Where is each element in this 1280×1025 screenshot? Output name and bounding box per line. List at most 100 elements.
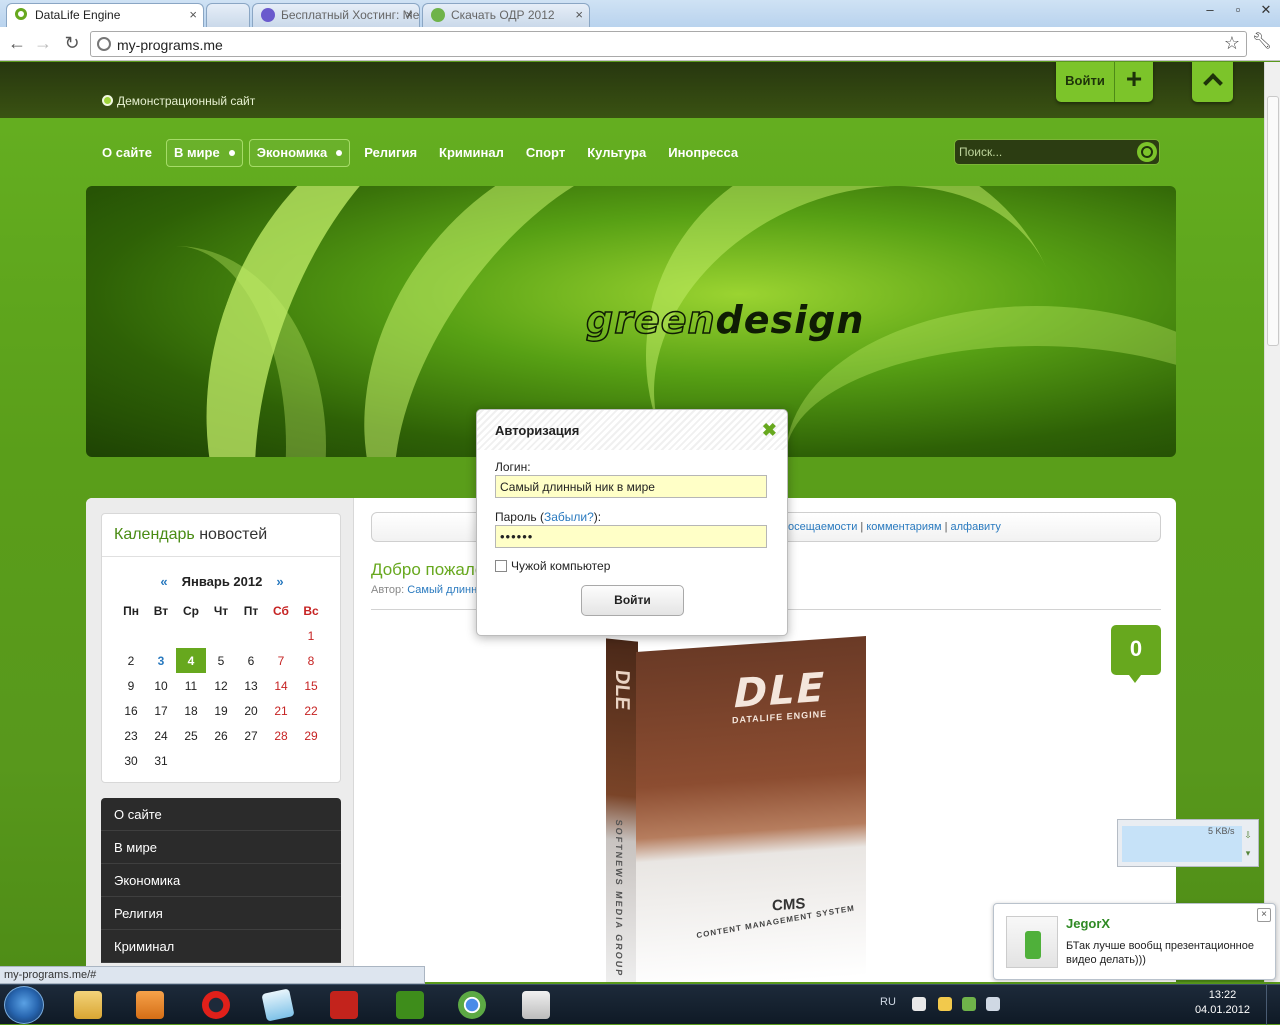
weekday-header: Сб	[273, 603, 289, 618]
forgot-password-link[interactable]: Забыли?	[544, 510, 594, 524]
login-submit-button[interactable]: Войти	[581, 585, 684, 616]
calendar-prev-link[interactable]: «	[160, 574, 167, 589]
weekday-header: Вт	[153, 603, 169, 618]
calendar-empty-cell	[266, 748, 296, 773]
author-prefix: Автор:	[371, 584, 405, 596]
calendar-day: 27	[244, 728, 258, 743]
calendar-day: 30	[124, 753, 138, 768]
author-link[interactable]: Самый длинн	[407, 584, 477, 596]
icq-icon[interactable]	[512, 988, 560, 1022]
nav-item-inopressa[interactable]: Инопресса	[660, 139, 746, 167]
new-tab-button[interactable]	[206, 3, 250, 27]
login-panel-button[interactable]: Войти +	[1056, 62, 1153, 102]
start-button[interactable]	[4, 986, 44, 1024]
notes-icon[interactable]	[254, 988, 302, 1022]
nav-item-sport[interactable]: Спорт	[518, 139, 573, 167]
register-plus-icon[interactable]: +	[1115, 63, 1153, 95]
calendar-day: 14	[274, 678, 288, 693]
tab-title: Бесплатный Хостинг: Меняр...	[281, 8, 420, 22]
nav-item-economy[interactable]: Экономика	[248, 139, 351, 167]
clock-date: 04.01.2012	[1194, 1004, 1250, 1016]
site-tagline: Демонстрационный сайт	[102, 94, 255, 108]
nav-item-world[interactable]: В мире	[165, 139, 243, 167]
remember-checkbox-row[interactable]: Чужой компьютер	[495, 559, 610, 573]
nav-item-crime[interactable]: Криминал	[431, 139, 512, 167]
password-input[interactable]: ••••••	[495, 525, 767, 548]
wrench-menu-icon[interactable]: 🔧︎	[1252, 31, 1272, 51]
tab-close-icon[interactable]: ×	[189, 7, 197, 22]
opera-icon[interactable]	[192, 988, 240, 1022]
show-desktop-button[interactable]	[1266, 985, 1280, 1025]
box-side-title: DLE	[611, 668, 633, 712]
tab-close-icon[interactable]: ×	[575, 7, 583, 22]
volume-icon[interactable]	[986, 997, 1000, 1011]
search-submit-icon[interactable]	[1137, 142, 1157, 162]
explorer-icon[interactable]	[64, 988, 112, 1022]
tab-title: Скачать ОДР 2012	[451, 8, 555, 22]
page-scrollbar[interactable]	[1264, 62, 1280, 982]
calendar-day: 23	[124, 728, 138, 743]
weekday-header: Вс	[303, 603, 319, 618]
calendar-empty-cell	[296, 748, 326, 773]
browser-toolbar: ← → ↻ my-programs.me ☆ 🔧︎	[0, 27, 1280, 61]
nav-item-religion[interactable]: Религия	[356, 139, 425, 167]
login-input[interactable]	[495, 475, 767, 498]
tab-close-icon[interactable]: ×	[405, 7, 413, 22]
tray-network-icon[interactable]	[938, 997, 952, 1011]
forward-icon[interactable]: →	[32, 32, 54, 54]
browser-tab[interactable]: Бесплатный Хостинг: Меняр... ×	[252, 3, 420, 27]
post-meta: Автор: Самый длинн	[371, 584, 477, 596]
clock[interactable]: 13:22 04.01.2012	[1195, 988, 1250, 1018]
sort-by-comments-link[interactable]: комментариям	[866, 521, 941, 533]
scrollbar-thumb[interactable]	[1267, 96, 1279, 346]
calendar-empty-cell	[236, 748, 266, 773]
language-indicator[interactable]: RU	[880, 996, 896, 1008]
calendar-day: 19	[214, 703, 228, 718]
address-bar[interactable]: my-programs.me ☆	[90, 31, 1247, 57]
browser-tab[interactable]: Скачать ОДР 2012 ×	[422, 3, 590, 27]
post-title[interactable]: Добро пожало	[371, 560, 484, 580]
tray-icq-icon[interactable]	[962, 997, 976, 1011]
sort-by-visits-link[interactable]: посещаемости	[782, 521, 857, 533]
back-icon[interactable]: ←	[6, 32, 28, 54]
browser-tab-active[interactable]: DataLife Engine ×	[6, 3, 204, 27]
editor-icon[interactable]	[386, 988, 434, 1022]
avatar	[1006, 916, 1058, 968]
sidebar-item-economy[interactable]: Экономика	[101, 864, 341, 897]
calendar-next-link[interactable]: »	[276, 574, 283, 589]
tray-app-icon[interactable]	[912, 997, 926, 1011]
calendar-empty-cell	[176, 623, 206, 648]
box-side-publisher: SOFTNEWS MEDIA GROUP	[614, 819, 624, 978]
close-icon[interactable]: ✖	[762, 420, 777, 441]
calendar-day[interactable]: 3	[146, 648, 176, 673]
comments-count-badge[interactable]: 0	[1111, 625, 1161, 683]
nav-item-culture[interactable]: Культура	[579, 139, 654, 167]
bookmark-star-icon[interactable]: ☆	[1224, 33, 1240, 54]
sidebar-item-about[interactable]: О сайте	[101, 798, 341, 831]
calendar-empty-cell	[236, 623, 266, 648]
calendar-empty-cell	[146, 623, 176, 648]
chrome-icon[interactable]	[448, 988, 496, 1022]
filezilla-icon[interactable]	[320, 988, 368, 1022]
sender-name: JegorX	[1066, 916, 1111, 931]
reload-icon[interactable]: ↻	[61, 32, 83, 54]
calendar-empty-cell	[116, 623, 146, 648]
login-dialog: Авторизация ✖ Логин: Пароль (Забыли?): •…	[476, 409, 788, 636]
maximize-icon[interactable]: ▫	[1224, 0, 1252, 20]
search-input[interactable]	[959, 144, 1129, 160]
media-player-icon[interactable]	[126, 988, 174, 1022]
close-icon[interactable]: ✕	[1252, 0, 1280, 20]
download-speed: 5 KB/s	[1208, 826, 1235, 836]
checkbox[interactable]	[495, 560, 507, 572]
download-arrows-icon[interactable]: ⇩ ▾	[1242, 826, 1254, 862]
close-icon[interactable]: ×	[1257, 908, 1271, 922]
scroll-up-button[interactable]	[1192, 62, 1233, 102]
chat-notification[interactable]: JegorX БТак лучше вообщ презентационное …	[993, 903, 1276, 980]
sidebar-item-world[interactable]: В мире	[101, 831, 341, 864]
sidebar-item-religion[interactable]: Религия	[101, 897, 341, 930]
sidebar-item-crime[interactable]: Криминал	[101, 930, 341, 963]
sort-by-alphabet-link[interactable]: алфавиту	[951, 521, 1001, 533]
password-label-text: Пароль (	[495, 510, 544, 524]
nav-item-about[interactable]: О сайте	[94, 139, 160, 167]
minimize-icon[interactable]: –	[1196, 0, 1224, 20]
